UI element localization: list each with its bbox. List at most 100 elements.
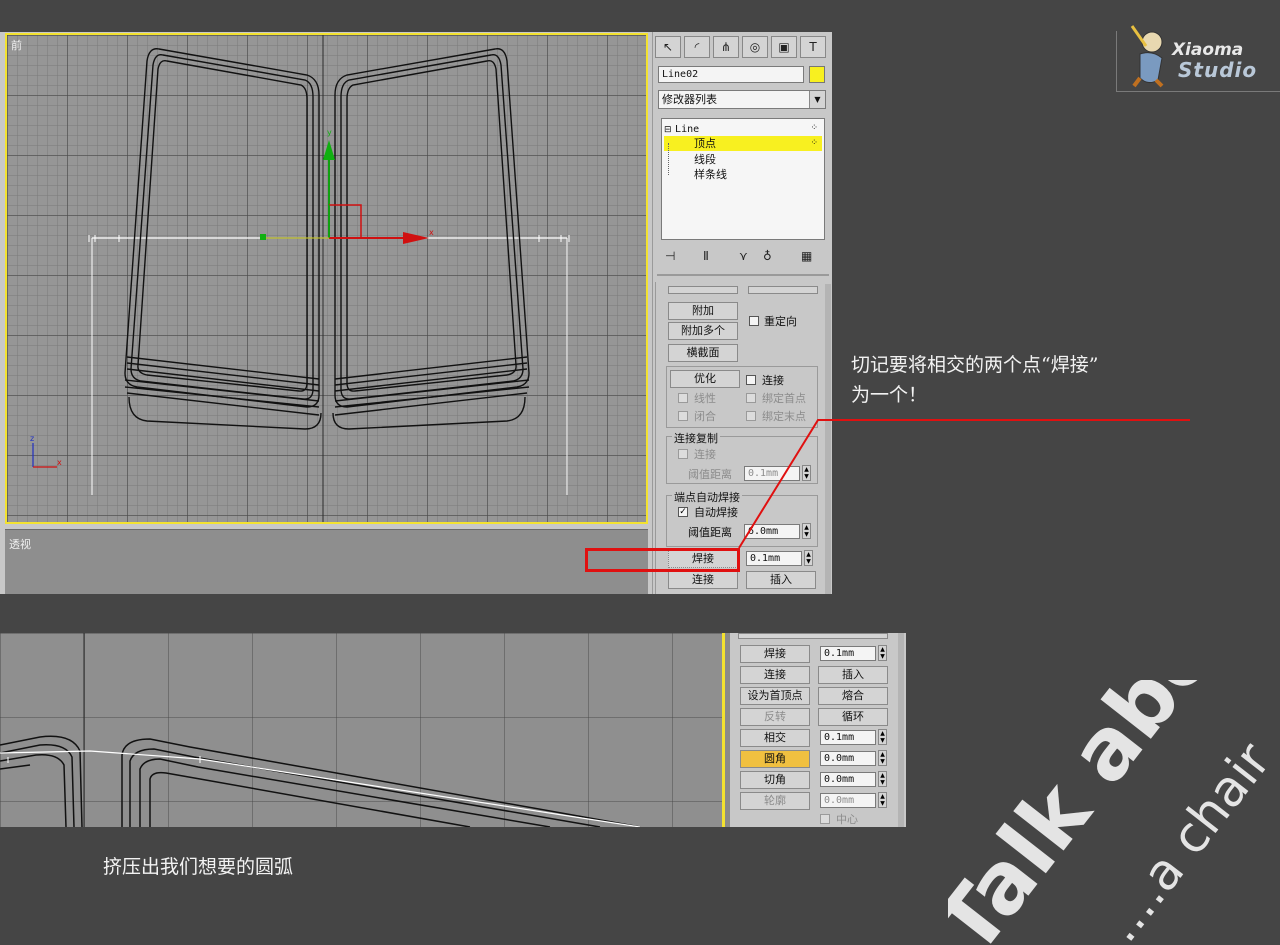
- stack-item-label: 样条线: [694, 168, 727, 181]
- panel-tabs: ↖ ◜ ⋔ ◎ ▣ T: [653, 34, 831, 60]
- weld-value-field[interactable]: 0.1mm: [746, 551, 802, 566]
- panel-top-edge: [738, 633, 888, 639]
- chamfer-spinner[interactable]: ▲ ▼: [878, 771, 887, 787]
- configure-icon[interactable]: ▦: [801, 249, 812, 263]
- stack-item-line[interactable]: ⊟ Line ⁘: [664, 121, 822, 136]
- insert-button[interactable]: 插入: [746, 571, 816, 589]
- bind-first-checkbox[interactable]: [746, 393, 756, 403]
- weld-spinner[interactable]: ▲ ▼: [804, 550, 813, 566]
- pin-icon[interactable]: ⊣: [665, 249, 675, 263]
- cursor-icon: ↖: [662, 40, 674, 54]
- linear-label: 线性: [694, 392, 716, 405]
- modifier-stack[interactable]: ⊟ Line ⁘ 顶点 ⁘ 线段 样条线: [661, 118, 825, 240]
- threshold-spinner[interactable]: ▲ ▼: [802, 465, 811, 481]
- panel-scrollbar[interactable]: [825, 284, 831, 594]
- reorient-label: 重定向: [764, 315, 797, 328]
- panel-scrollbar[interactable]: [898, 633, 904, 827]
- center-checkbox[interactable]: [820, 814, 830, 824]
- object-color-swatch[interactable]: [809, 66, 825, 83]
- viewport-label[interactable]: 透视: [9, 536, 31, 552]
- intersect-value-field[interactable]: 0.1mm: [820, 730, 876, 745]
- auto-weld-checkbox[interactable]: ✓: [678, 507, 688, 517]
- linear-checkbox[interactable]: [678, 393, 688, 403]
- connect-copy-title: 连接复制: [672, 430, 720, 446]
- create-tab[interactable]: ↖: [655, 36, 681, 58]
- fillet-button[interactable]: 圆角: [740, 750, 810, 768]
- connect-button[interactable]: 连接: [740, 666, 810, 684]
- front-viewport[interactable]: 前 y x z x: [5, 33, 648, 524]
- svg-text:z: z: [30, 434, 34, 443]
- utility-tab[interactable]: T: [800, 36, 826, 58]
- svg-text:x: x: [57, 458, 62, 467]
- make-unique-icon[interactable]: ⋎: [739, 249, 748, 263]
- chevron-down-icon[interactable]: ▼: [809, 91, 825, 108]
- threshold-spinner-2[interactable]: ▲ ▼: [802, 523, 811, 539]
- reorient-checkbox[interactable]: [749, 316, 759, 326]
- connect-copy-checkbox[interactable]: [678, 449, 688, 459]
- motion-tab[interactable]: ◎: [742, 36, 768, 58]
- svg-text:y: y: [327, 128, 332, 137]
- callout-text: 切记要将相交的两个点“焊接” 为一个！: [851, 350, 1211, 410]
- intersect-button[interactable]: 相交: [740, 729, 810, 747]
- threshold-label-2: 阈值距离: [688, 526, 732, 539]
- threshold-field-2[interactable]: 6.0mm: [744, 524, 800, 539]
- break-button[interactable]: [748, 286, 818, 294]
- connect-checkbox[interactable]: [746, 375, 756, 385]
- collapse-icon[interactable]: ⊟: [664, 125, 672, 135]
- top-screenshot: 前 y x z x 透视 ↖ ◜ ⋔ ◎ ▣ T Line02 修改器列表 ▼ …: [0, 32, 832, 594]
- stack-root-label: Line: [675, 124, 700, 135]
- chamfer-value-field[interactable]: 0.0mm: [820, 772, 876, 787]
- stack-item-segment[interactable]: 线段: [664, 152, 822, 167]
- threshold-field[interactable]: 0.1mm: [744, 466, 800, 481]
- modifier-list-dropdown[interactable]: 修改器列表 ▼: [658, 90, 826, 109]
- center-label: 中心: [836, 813, 858, 826]
- refine-button[interactable]: 优化: [670, 370, 740, 388]
- dots-icon: ⁘: [810, 138, 818, 148]
- object-name-field[interactable]: Line02: [658, 66, 804, 83]
- perspective-viewport[interactable]: 透视: [5, 529, 648, 594]
- hierarchy-icon: ⋔: [720, 40, 732, 54]
- outline-spinner[interactable]: ▲ ▼: [878, 792, 887, 808]
- stack-item-vertex[interactable]: 顶点 ⁘: [664, 136, 822, 151]
- utility-icon: T: [809, 40, 817, 54]
- bottom-command-panel: 焊接 0.1mm ▲ ▼ 连接 插入 设为首顶点 熔合 反转 循环 相交 0.1m…: [730, 633, 906, 827]
- dots-icon: ⁘: [810, 123, 818, 133]
- outline-value-field[interactable]: 0.0mm: [820, 793, 876, 808]
- weld-value-field[interactable]: 0.1mm: [820, 646, 876, 661]
- zoomed-viewport-canvas: [0, 633, 641, 827]
- cross-section-button[interactable]: 横截面: [668, 344, 738, 362]
- attach-button[interactable]: 附加: [668, 302, 738, 320]
- insert-button[interactable]: 插入: [818, 666, 888, 684]
- display-tab[interactable]: ▣: [771, 36, 797, 58]
- fillet-spinner[interactable]: ▲ ▼: [878, 750, 887, 766]
- bind-last-checkbox[interactable]: [746, 411, 756, 421]
- motion-icon: ◎: [749, 40, 761, 54]
- remove-modifier-icon[interactable]: ♁: [763, 249, 772, 263]
- hierarchy-tab[interactable]: ⋔: [713, 36, 739, 58]
- make-first-button[interactable]: 设为首顶点: [740, 687, 810, 705]
- attach-multiple-button[interactable]: 附加多个: [668, 322, 738, 340]
- fillet-value-field[interactable]: 0.0mm: [820, 751, 876, 766]
- cycle-button[interactable]: 循环: [818, 708, 888, 726]
- weld-spinner[interactable]: ▲ ▼: [878, 645, 887, 661]
- zoomed-viewport[interactable]: [0, 633, 722, 827]
- tree-line: [668, 143, 670, 175]
- curve-icon: ◜: [694, 40, 700, 54]
- create-line-button[interactable]: [668, 286, 738, 294]
- weld-button[interactable]: 焊接: [740, 645, 810, 663]
- reverse-button[interactable]: 反转: [740, 708, 810, 726]
- stack-item-spline[interactable]: 样条线: [664, 167, 822, 182]
- stack-item-label: 顶点: [694, 137, 716, 150]
- chamfer-button[interactable]: 切角: [740, 771, 810, 789]
- closed-checkbox[interactable]: [678, 411, 688, 421]
- logo-text-xiaoma: Xiaoma: [1172, 40, 1244, 60]
- viewport-border: [722, 633, 725, 827]
- fuse-button[interactable]: 熔合: [818, 687, 888, 705]
- intersect-spinner[interactable]: ▲ ▼: [878, 729, 887, 745]
- show-end-icon[interactable]: Ⅱ: [703, 249, 709, 263]
- threshold-label: 阈值距离: [688, 468, 732, 481]
- auto-weld-label: 自动焊接: [694, 506, 738, 519]
- modify-tab[interactable]: ◜: [684, 36, 710, 58]
- outline-button[interactable]: 轮廓: [740, 792, 810, 810]
- connect-button[interactable]: 连接: [668, 571, 738, 589]
